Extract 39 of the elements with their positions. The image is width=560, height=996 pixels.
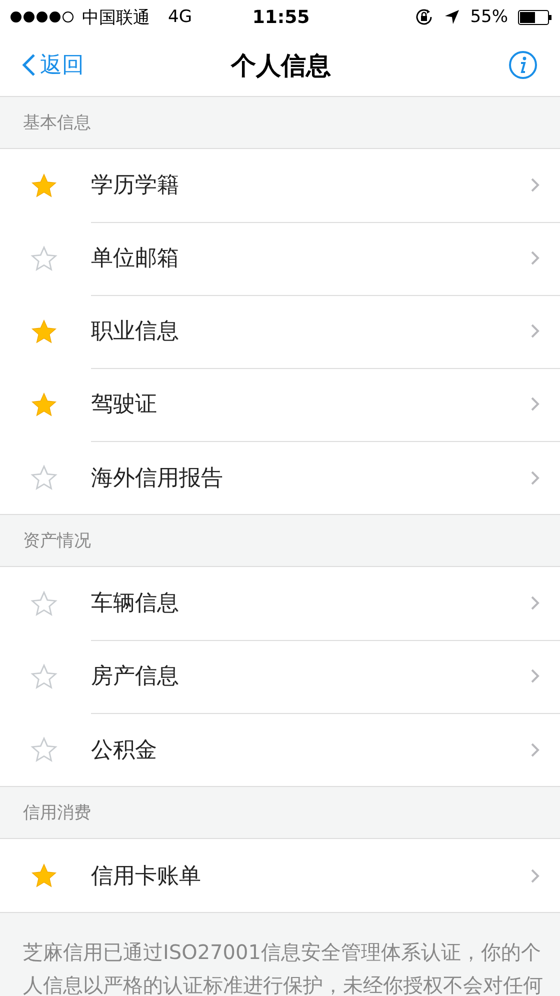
list-item[interactable]: 公积金 [0,713,560,786]
item-label: 车辆信息 [91,590,180,618]
chevron-right-icon [530,250,540,266]
item-label: 海外信用报告 [91,464,224,492]
chevron-left-icon [22,53,36,77]
chevron-right-icon [530,470,540,486]
item-label: 信用卡账单 [91,862,202,890]
location-arrow-icon [444,9,460,25]
rotation-lock-icon [414,7,434,27]
footer-note: 芝麻信用已通过ISO27001信息安全管理体系认证，你的个 人信息以严格的认证标准进行保护，未经你授权不会对任何 [22,939,544,996]
chevron-right-icon [530,595,540,611]
item-label: 职业信息 [91,318,180,346]
chevron-right-icon [530,396,540,412]
chevron-right-icon [530,323,540,339]
item-label: 驾驶证 [91,391,158,419]
list-item[interactable]: 海外信用报告 [0,441,560,514]
carrier-name: 中国联通 [82,6,150,28]
list-item[interactable]: 学历学籍 [0,149,560,222]
item-label: 单位邮箱 [91,245,180,273]
signal-icon [10,11,74,23]
item-label: 房产信息 [91,663,180,691]
clock: 11:55 [252,6,310,28]
list-item[interactable]: 房产信息 [0,640,560,713]
chevron-right-icon [530,868,540,884]
battery-percent: 55% [470,7,508,27]
chevron-right-icon [530,177,540,193]
list-item[interactable]: 驾驶证 [0,368,560,441]
item-label: 公积金 [91,736,158,764]
list-item[interactable]: 单位邮箱 [0,222,560,295]
info-icon[interactable] [508,50,538,80]
list-item[interactable]: 车辆信息 [0,567,560,640]
list-item[interactable]: 信用卡账单 [0,839,560,912]
battery-icon [518,10,552,24]
item-label: 学历学籍 [91,172,180,200]
page-title: 个人信息 [230,50,332,82]
network-type: 4G [168,7,192,27]
chevron-right-icon [530,668,540,684]
chevron-right-icon [530,742,540,758]
list-item[interactable]: 职业信息 [0,295,560,368]
